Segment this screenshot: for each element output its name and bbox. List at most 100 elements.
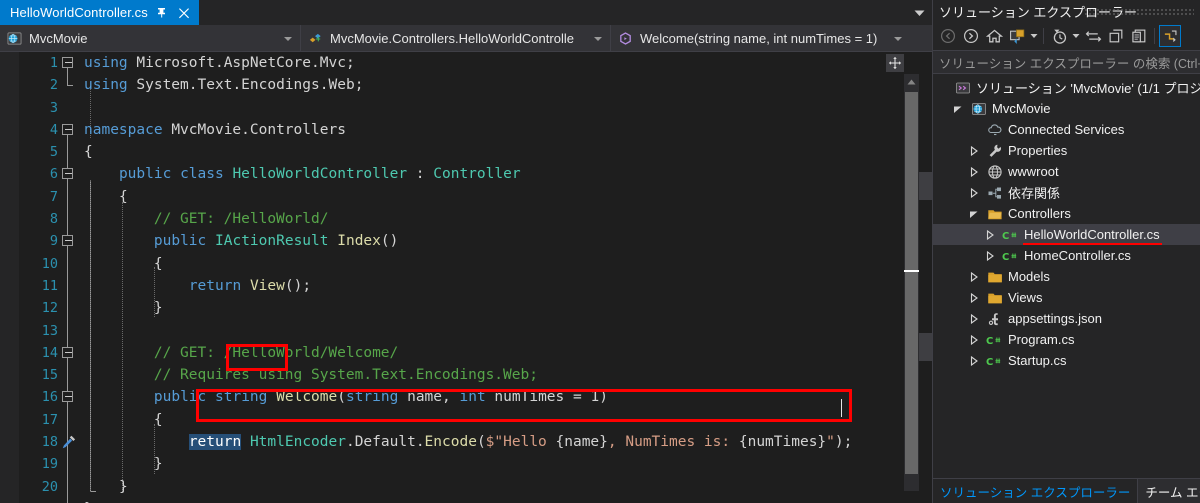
solution-explorer-title-bar[interactable]: ソリューション エクスプローラー (933, 0, 1200, 22)
code-line[interactable]: 7 { (0, 186, 932, 208)
code-line[interactable]: 5{ (0, 141, 932, 163)
code-line[interactable]: 17 { (0, 409, 932, 431)
scrollbar-thumb[interactable] (905, 92, 918, 474)
forward-arrow-icon[interactable] (960, 25, 982, 47)
code-text[interactable]: using Microsoft.AspNetCore.Mvc; (84, 52, 355, 74)
solution-explorer-tree[interactable]: ソリューション 'MvcMovie' (1/1 プロジェクト MvcMovie Co… (933, 74, 1200, 478)
collapse-all-icon[interactable] (1105, 25, 1127, 47)
fold-collapse-icon[interactable] (62, 391, 73, 403)
chevron-down-icon[interactable] (1071, 25, 1081, 47)
fold-collapse-icon[interactable] (62, 235, 73, 247)
tree-item[interactable]: C HomeController.cs (933, 245, 1200, 266)
home-icon[interactable] (983, 25, 1005, 47)
code-text[interactable]: { (84, 253, 163, 275)
quick-actions-screwdriver-icon[interactable] (60, 431, 80, 453)
tree-item[interactable]: Properties (933, 140, 1200, 161)
close-icon[interactable] (176, 5, 192, 21)
tree-item[interactable]: Models (933, 266, 1200, 287)
type-selector-dropdown[interactable]: MvcMovie.Controllers.HelloWorldControlle (300, 25, 610, 52)
back-arrow-icon[interactable] (937, 25, 959, 47)
tab-overflow-button[interactable] (906, 0, 932, 25)
code-text[interactable]: } (84, 476, 128, 498)
code-line[interactable]: 2 using System.Text.Encodings.Web; (0, 74, 932, 96)
tree-item[interactable]: Connected Services (933, 119, 1200, 140)
member-selector-dropdown[interactable]: Welcome(string name, int numTimes = 1) (610, 25, 910, 52)
code-text[interactable]: { (84, 141, 93, 163)
tree-item[interactable]: C Startup.cs (933, 350, 1200, 371)
code-text[interactable]: } (84, 453, 163, 475)
project-selector-dropdown[interactable]: MvcMovie (0, 25, 300, 52)
code-text[interactable]: // GET: /HelloWorld/Welcome/ (84, 342, 398, 364)
code-line[interactable]: 6 public class HelloWorldController : Co… (0, 163, 932, 185)
code-lines[interactable]: 1 using Microsoft.AspNetCore.Mvc; 2 using S… (0, 52, 932, 503)
chevron-collapsed-icon[interactable] (967, 350, 981, 371)
code-line[interactable]: 21} (0, 498, 932, 503)
chevron-collapsed-icon[interactable] (967, 308, 981, 329)
code-text[interactable]: } (84, 297, 163, 319)
code-text[interactable]: } (84, 498, 93, 503)
tree-item[interactable]: appsettings.json (933, 308, 1200, 329)
code-text[interactable]: namespace MvcMovie.Controllers (84, 119, 346, 141)
chevron-collapsed-icon[interactable] (967, 161, 981, 182)
chevron-down-icon[interactable] (594, 36, 602, 41)
preview-selected-items-icon[interactable] (1159, 25, 1181, 47)
chevron-collapsed-icon[interactable] (983, 245, 997, 266)
code-text[interactable]: // Requires using System.Text.Encodings.… (84, 364, 538, 386)
chevron-collapsed-icon[interactable] (967, 287, 981, 308)
pending-changes-filter-icon[interactable] (1048, 25, 1070, 47)
chevron-down-icon[interactable] (1029, 25, 1039, 47)
tree-item[interactable]: 依存関係 (933, 182, 1200, 203)
chevron-collapsed-icon[interactable] (983, 224, 997, 245)
code-text[interactable]: public string Welcome(string name, int n… (84, 386, 608, 408)
chevron-collapsed-icon[interactable] (967, 266, 981, 287)
chevron-collapsed-icon[interactable] (967, 140, 981, 161)
code-text[interactable]: // GET: /HelloWorld/ (84, 208, 329, 230)
tree-item[interactable]: Controllers (933, 203, 1200, 224)
code-editor-surface[interactable]: 1 using Microsoft.AspNetCore.Mvc; 2 using S… (0, 52, 932, 503)
tree-item[interactable]: ソリューション 'MvcMovie' (1/1 プロジェクト (933, 77, 1200, 98)
code-text[interactable]: { (84, 409, 163, 431)
code-text[interactable]: public class HelloWorldController : Cont… (84, 163, 521, 185)
code-line[interactable]: 13 (0, 320, 932, 342)
chevron-collapsed-icon[interactable] (967, 329, 981, 350)
tree-item[interactable]: Views (933, 287, 1200, 308)
chevron-expanded-icon[interactable] (967, 203, 981, 224)
chevron-down-icon[interactable] (894, 36, 902, 41)
code-line[interactable]: 10 { (0, 253, 932, 275)
code-text[interactable]: { (84, 186, 128, 208)
code-line[interactable]: 16 public string Welcome(string name, in… (0, 386, 932, 408)
chevron-expanded-icon[interactable] (951, 98, 965, 119)
chevron-collapsed-icon[interactable] (967, 182, 981, 203)
sync-with-active-document-icon[interactable] (1006, 25, 1028, 47)
properties-icon[interactable] (1128, 25, 1150, 47)
fold-collapse-icon[interactable] (62, 168, 73, 180)
code-line[interactable]: 3 (0, 97, 932, 119)
fold-collapse-icon[interactable] (62, 57, 73, 68)
code-line[interactable]: 15 // Requires using System.Text.Encodin… (0, 364, 932, 386)
fold-collapse-icon[interactable] (62, 123, 73, 135)
code-text[interactable]: return View(); (84, 275, 311, 297)
code-line[interactable]: 18 return HtmlEncoder.Default.Encode($"H… (0, 431, 932, 453)
tab-solution-explorer[interactable]: ソリューション エクスプローラー (933, 479, 1137, 503)
code-line[interactable]: 4 namespace MvcMovie.Controllers (0, 119, 932, 141)
tree-item[interactable]: wwwroot (933, 161, 1200, 182)
pin-icon[interactable] (154, 5, 170, 21)
code-line[interactable]: 1 using Microsoft.AspNetCore.Mvc; (0, 52, 932, 74)
code-text[interactable]: using System.Text.Encodings.Web; (84, 74, 363, 96)
solution-explorer-search-input[interactable]: ソリューション エクスプローラー の検索 (Ctrl+;) (933, 50, 1200, 74)
document-tab-helloworldcontroller[interactable]: HelloWorldController.cs (0, 0, 199, 25)
fold-collapse-icon[interactable] (62, 346, 73, 358)
code-line[interactable]: 8 // GET: /HelloWorld/ (0, 208, 932, 230)
tree-item[interactable]: MvcMovie (933, 98, 1200, 119)
code-line[interactable]: 19 } (0, 453, 932, 475)
tab-team-explorer[interactable]: チーム エクスプローラー (1137, 479, 1200, 503)
tree-item[interactable]: C Program.cs (933, 329, 1200, 350)
code-text[interactable]: public IActionResult Index() (84, 230, 398, 252)
tree-item-selected[interactable]: C HelloWorldController.cs (933, 224, 1200, 245)
code-line[interactable]: 11 return View(); (0, 275, 932, 297)
code-line[interactable]: 12 } (0, 297, 932, 319)
scroll-up-arrow-icon[interactable] (904, 74, 919, 89)
chevron-down-icon[interactable] (284, 36, 292, 41)
code-text[interactable]: return HtmlEncoder.Default.Encode($"Hell… (84, 431, 852, 453)
drag-grip[interactable] (1084, 8, 1194, 15)
